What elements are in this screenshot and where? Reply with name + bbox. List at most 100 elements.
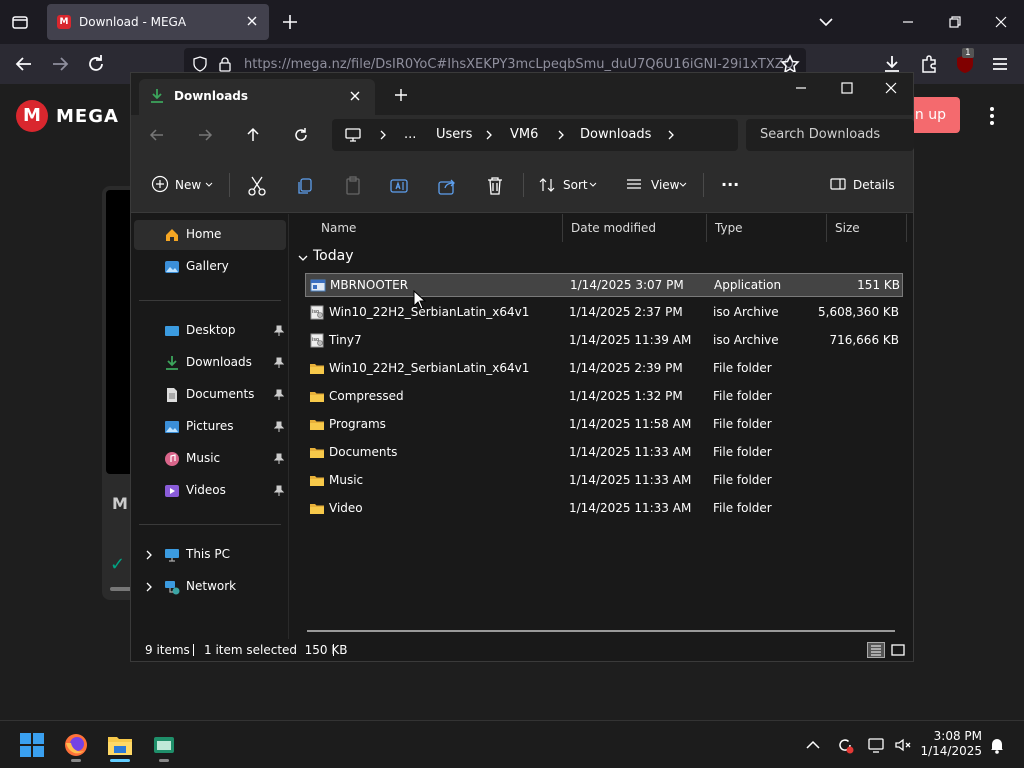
breadcrumb-more[interactable]: ...	[404, 127, 416, 142]
system-clock[interactable]: 3:08 PM 1/14/2025	[920, 729, 982, 759]
network-tray-icon[interactable]	[867, 735, 887, 755]
taskbar-app[interactable]	[148, 729, 180, 762]
chevron-right-icon[interactable]	[484, 129, 494, 141]
hamburger-menu-icon[interactable]	[988, 52, 1012, 76]
share-icon[interactable]	[437, 175, 457, 197]
sort-arrows-icon	[539, 178, 555, 192]
forward-icon[interactable]	[195, 125, 215, 145]
file-row[interactable]: Documents 1/14/2025 11:33 AM File folder	[305, 441, 903, 465]
lock-icon[interactable]	[218, 56, 232, 72]
file-row[interactable]: MBRNOOTER 1/14/2025 3:07 PM Application 151…	[305, 273, 903, 297]
restore-icon[interactable]	[941, 8, 969, 36]
new-tab-icon[interactable]	[280, 12, 300, 32]
nav-item-music[interactable]: Music	[134, 444, 286, 474]
taskbar-file-explorer[interactable]	[104, 729, 136, 762]
pin-icon[interactable]	[274, 325, 284, 337]
column-header-size[interactable]: Size	[827, 214, 907, 242]
search-box[interactable]: Search Downloads	[746, 119, 914, 151]
file-row[interactable]: iso Win10_22H2_SerbianLatin_x64v1 1/14/202…	[305, 301, 903, 325]
nav-item-downloads[interactable]: Downloads	[134, 348, 286, 378]
chevron-right-icon[interactable]	[378, 129, 388, 141]
list-all-tabs-icon[interactable]	[10, 12, 30, 32]
nav-item-desktop[interactable]: Desktop	[134, 316, 286, 346]
pin-icon[interactable]	[274, 485, 284, 497]
up-icon[interactable]	[243, 125, 263, 145]
cut-icon[interactable]	[247, 175, 267, 197]
pin-icon[interactable]	[274, 421, 284, 433]
pin-icon[interactable]	[274, 357, 284, 369]
file-date: 1/14/2025 3:07 PM	[570, 278, 684, 292]
pin-icon[interactable]	[274, 389, 284, 401]
minimize-icon[interactable]	[894, 8, 922, 36]
more-menu-icon[interactable]	[985, 106, 999, 126]
breadcrumb-users[interactable]: Users	[436, 127, 472, 142]
maximize-icon[interactable]	[833, 77, 861, 99]
more-options-button[interactable]: ...	[721, 171, 741, 197]
close-tab-icon[interactable]	[347, 88, 363, 104]
details-pane-icon	[830, 178, 846, 190]
file-date: 1/14/2025 11:33 AM	[569, 445, 692, 459]
ublock-icon[interactable]: 1	[953, 48, 977, 76]
notification-bell-icon[interactable]	[987, 735, 1007, 755]
sync-alert-icon[interactable]	[835, 735, 855, 755]
address-bar[interactable]: ... Users VM6 Downloads	[332, 119, 738, 151]
breadcrumb-downloads[interactable]: Downloads	[580, 127, 651, 142]
copy-icon[interactable]	[295, 175, 315, 197]
column-header-date[interactable]: Date modified	[563, 214, 707, 242]
back-icon[interactable]	[12, 52, 36, 76]
horizontal-scrollbar[interactable]	[307, 630, 895, 632]
nav-item-gallery[interactable]: Gallery	[134, 252, 286, 282]
nav-item-network[interactable]: Network	[134, 572, 286, 602]
pin-icon[interactable]	[274, 453, 284, 465]
monitor-icon[interactable]	[344, 127, 362, 143]
chevron-right-icon[interactable]	[144, 581, 154, 593]
breadcrumb-vm6[interactable]: VM6	[510, 127, 538, 142]
file-row[interactable]: Music 1/14/2025 11:33 AM File folder	[305, 469, 903, 493]
close-window-icon[interactable]	[987, 8, 1015, 36]
start-button[interactable]	[16, 729, 48, 761]
nav-item-home[interactable]: Home	[134, 220, 286, 250]
nav-item-videos[interactable]: Videos	[134, 476, 286, 506]
back-icon[interactable]	[147, 125, 167, 145]
nav-item-pictures[interactable]: Pictures	[134, 412, 286, 442]
file-row[interactable]: Video 1/14/2025 11:33 AM File folder	[305, 497, 903, 521]
browser-tab-mega[interactable]: M Download - MEGA	[47, 4, 269, 40]
chevron-right-icon[interactable]	[556, 129, 566, 141]
paste-icon[interactable]	[343, 175, 363, 197]
nav-item-documents[interactable]: Documents	[134, 380, 286, 410]
reload-icon[interactable]	[84, 52, 108, 76]
explorer-tab-downloads[interactable]: Downloads	[139, 79, 375, 115]
sort-button[interactable]: Sort	[537, 175, 601, 197]
column-header-name[interactable]: Name	[313, 214, 563, 242]
volume-muted-icon[interactable]	[893, 735, 913, 755]
new-button[interactable]: New	[151, 175, 215, 197]
file-row[interactable]: iso Tiny7 1/14/2025 11:39 AM iso Archive 716…	[305, 329, 903, 353]
close-tab-icon[interactable]	[243, 12, 261, 30]
shield-icon[interactable]	[192, 56, 208, 72]
delete-icon[interactable]	[485, 175, 505, 197]
chevron-down-icon[interactable]	[812, 8, 840, 36]
chevron-right-icon[interactable]	[144, 549, 154, 561]
column-header-type[interactable]: Type	[707, 214, 827, 242]
file-row[interactable]: Programs 1/14/2025 11:58 AM File folder	[305, 413, 903, 437]
file-date: 1/14/2025 2:39 PM	[569, 361, 683, 375]
refresh-icon[interactable]	[291, 125, 311, 145]
file-row[interactable]: Compressed 1/14/2025 1:32 PM File folder	[305, 385, 903, 409]
extensions-icon[interactable]	[917, 52, 941, 76]
forward-icon[interactable]	[48, 52, 72, 76]
close-window-icon[interactable]	[877, 77, 905, 99]
chevron-right-icon[interactable]	[666, 129, 676, 141]
details-view-icon[interactable]	[867, 642, 885, 658]
tiles-view-icon[interactable]	[889, 642, 907, 658]
details-button[interactable]: Details	[829, 175, 899, 197]
rename-icon[interactable]	[389, 175, 409, 197]
view-button[interactable]: View	[625, 175, 691, 197]
mega-logo[interactable]: M	[16, 100, 48, 132]
file-row[interactable]: Win10_22H2_SerbianLatin_x64v1 1/14/2025 2…	[305, 357, 903, 381]
nav-item-this-pc[interactable]: This PC	[134, 540, 286, 570]
chevron-up-icon[interactable]	[803, 735, 823, 755]
new-tab-icon[interactable]	[393, 87, 409, 103]
file-type: Application	[714, 278, 782, 292]
minimize-icon[interactable]	[787, 77, 815, 99]
taskbar-firefox[interactable]	[60, 729, 92, 762]
